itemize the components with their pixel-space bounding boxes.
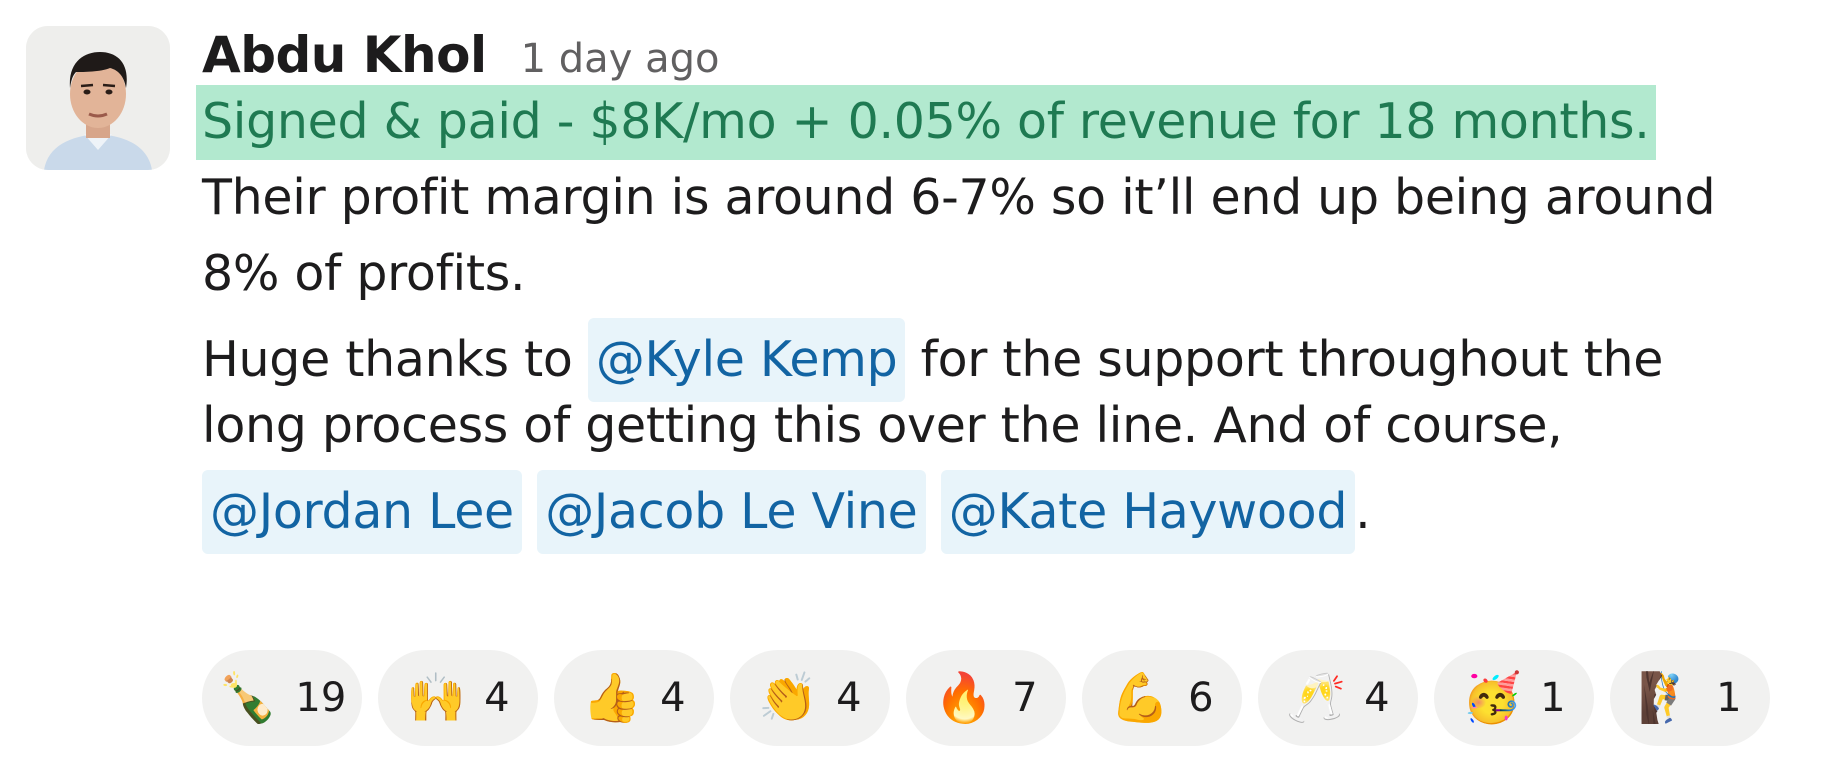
highlighted-text: Signed & paid - $8K/mo + 0.05% of revenu…: [196, 85, 1656, 160]
reaction-muscle[interactable]: 💪 6: [1082, 650, 1242, 746]
message-line: 8% of profits.: [202, 245, 526, 302]
message-line: Their profit margin is around 6-7% so it…: [202, 169, 1716, 226]
reaction-clap[interactable]: 👏 4: [730, 650, 890, 746]
message-line-highlight: Signed & paid - $8K/mo + 0.05% of revenu…: [196, 85, 1656, 160]
reaction-count: 4: [836, 675, 862, 721]
reaction-climbing[interactable]: 🧗 1: [1610, 650, 1770, 746]
mention-jordan-lee[interactable]: @Jordan Lee: [202, 470, 522, 554]
raised-hands-icon: 🙌: [406, 670, 467, 726]
message-line: long process of getting this over the li…: [202, 397, 1563, 454]
reactions-bar: 🍾 19 🙌 4 👍 4 👏 4 🔥 7 💪 6 🥂 4 🥳 1 🧗 1: [202, 650, 1770, 746]
fire-icon: 🔥: [934, 670, 995, 726]
user-avatar-icon: [26, 26, 170, 170]
message-header: Abdu Khol 1 day ago: [202, 26, 719, 86]
champagne-bottle-icon: 🍾: [217, 670, 278, 726]
reaction-count: 4: [1364, 675, 1390, 721]
message-text: for the support throughout the: [905, 331, 1664, 388]
timestamp[interactable]: 1 day ago: [521, 36, 720, 82]
mention-kyle-kemp[interactable]: @Kyle Kemp: [587, 318, 906, 402]
partying-face-icon: 🥳: [1462, 670, 1523, 726]
reaction-champagne[interactable]: 🍾 19: [202, 650, 362, 746]
reaction-clinking-glasses[interactable]: 🥂 4: [1258, 650, 1418, 746]
reaction-thumbs-up[interactable]: 👍 4: [554, 650, 714, 746]
mention-jacob-le-vine[interactable]: @Jacob Le Vine: [537, 470, 926, 554]
reaction-count: 1: [1716, 675, 1742, 721]
clinking-glasses-icon: 🥂: [1286, 670, 1347, 726]
avatar[interactable]: [26, 26, 170, 170]
person-climbing-icon: 🧗: [1638, 670, 1699, 726]
message-line-mentions: @Jordan Lee @Jacob Le Vine @Kate Haywood…: [202, 470, 1371, 554]
chat-message: Abdu Khol 1 day ago Signed & paid - $8K/…: [0, 0, 1842, 768]
reaction-partying-face[interactable]: 🥳 1: [1434, 650, 1594, 746]
reaction-fire[interactable]: 🔥 7: [906, 650, 1066, 746]
message-line: Huge thanks to @Kyle Kemp for the suppor…: [202, 318, 1663, 402]
message-text: .: [1355, 483, 1371, 540]
reaction-count: 7: [1012, 675, 1038, 721]
message-text: Huge thanks to: [202, 331, 588, 388]
reaction-raised-hands[interactable]: 🙌 4: [378, 650, 538, 746]
reaction-count: 6: [1188, 675, 1214, 721]
reaction-count: 1: [1540, 675, 1566, 721]
reaction-count: 4: [484, 675, 510, 721]
flexed-biceps-icon: 💪: [1110, 670, 1171, 726]
author-name[interactable]: Abdu Khol: [202, 26, 487, 84]
thumbs-up-icon: 👍: [582, 670, 643, 726]
reaction-count: 4: [660, 675, 686, 721]
mention-kate-haywood[interactable]: @Kate Haywood: [940, 470, 1356, 554]
reaction-count: 19: [295, 675, 347, 721]
clapping-hands-icon: 👏: [758, 670, 819, 726]
